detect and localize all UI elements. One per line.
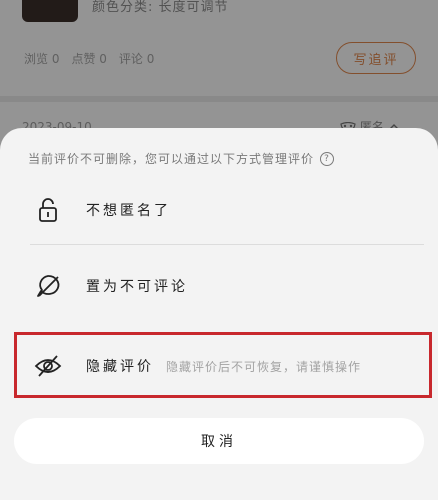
- lock-open-icon: [39, 198, 57, 222]
- option-label: 置为不可评论: [86, 279, 188, 295]
- screen: 颜色分类: 长度可调节 浏览 0 点赞 0 评论 0 写追评 2023-09-1…: [0, 0, 438, 500]
- sheet-tip: 当前评价不可删除，您可以通过以下方式管理评价 ?: [28, 150, 335, 167]
- help-icon[interactable]: ?: [320, 151, 335, 166]
- divider: [30, 244, 424, 245]
- option-unanonymize[interactable]: 不想匿名了: [14, 184, 424, 236]
- sheet-tip-text: 当前评价不可删除，您可以通过以下方式管理评价: [28, 152, 315, 166]
- manage-review-sheet: 当前评价不可删除，您可以通过以下方式管理评价 ? 不想匿名了 置为不可评论 隐藏…: [0, 128, 438, 500]
- option-label: 不想匿名了: [86, 203, 171, 219]
- highlight-box: [14, 332, 432, 398]
- cancel-button[interactable]: 取消: [14, 418, 424, 464]
- option-disable-comments[interactable]: 置为不可评论: [14, 260, 424, 312]
- comment-disabled-icon: [37, 275, 60, 297]
